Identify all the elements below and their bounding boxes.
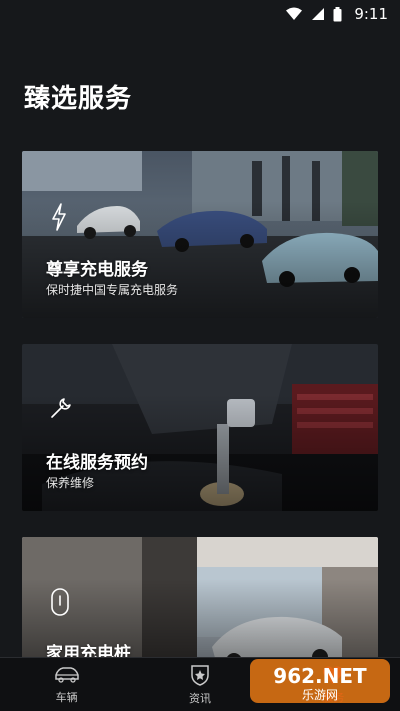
nav-label: 资讯 — [188, 691, 211, 705]
lightning-icon — [52, 203, 66, 231]
card-home-charger[interactable]: 家用充电桩 — [22, 537, 378, 677]
card-online-service-booking[interactable]: 在线服务预约 保养维修 — [22, 344, 378, 511]
battery-icon — [333, 6, 342, 21]
card-subtitle: 保养维修 — [46, 476, 95, 490]
charger-plug-icon — [51, 588, 69, 616]
card-title: 尊享充电服务 — [46, 260, 148, 280]
watermark-text: 962.NET — [273, 664, 367, 688]
nav-item-news[interactable]: 资讯 — [133, 658, 266, 711]
watermark-subtext: 乐游网 — [302, 688, 338, 702]
card-charging-service[interactable]: 尊享充电服务 保时捷中国专属充电服务 — [22, 151, 378, 318]
news-shield-icon — [191, 664, 209, 686]
nav-item-vehicle[interactable]: 车辆 — [0, 658, 133, 711]
status-bar: 9:11 — [0, 0, 400, 28]
card-subtitle: 保时捷中国专属充电服务 — [46, 283, 179, 297]
app-screen: 9:11 臻选服务 尊享充电服务 保时捷中国专属充电服务 在线服务预约 保养维修… — [0, 0, 400, 711]
site-watermark-logo: 962.NET 乐游网 — [250, 659, 390, 703]
wifi-icon — [286, 7, 303, 20]
signal-icon — [312, 8, 325, 20]
car-icon — [54, 666, 79, 683]
wrench-icon — [51, 398, 71, 418]
card-title: 在线服务预约 — [46, 453, 148, 473]
page-title: 臻选服务 — [24, 84, 133, 114]
nav-label: 车辆 — [55, 690, 78, 704]
status-time: 9:11 — [354, 5, 388, 23]
